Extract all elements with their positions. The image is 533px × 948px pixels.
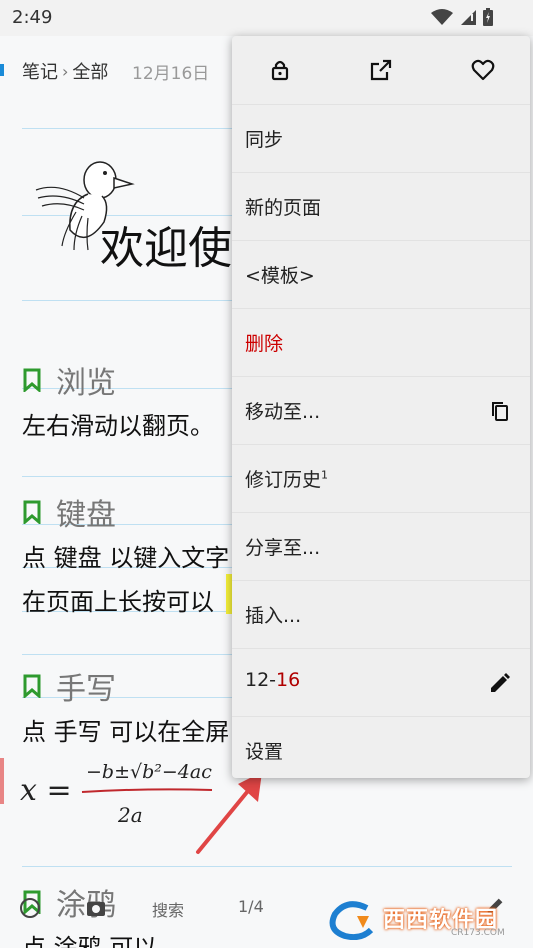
menu-item-label: 同步 [245,129,284,151]
annotation-arrow-icon [196,772,262,854]
bookmark-icon [23,368,41,392]
menu-item-date[interactable]: 12-16 [232,648,530,716]
menu-icon-row [232,36,530,104]
circle-button-icon[interactable] [18,896,42,920]
menu-item-share-to[interactable]: 分享至... [232,512,530,580]
cell-signal-icon [461,10,476,25]
status-icons [431,8,493,26]
bookmark-icon [23,674,41,698]
handwriting-marker [0,758,4,804]
section-header-browse: 浏览 [22,358,116,402]
formula-lhs: x = [20,773,72,808]
body-text: 左右滑动以翻页。 [22,412,214,440]
menu-item-sync[interactable]: 同步 [232,104,530,172]
heart-icon[interactable] [469,56,497,84]
menu-item-label: 修订历史 [245,469,322,491]
section-title: 浏览 [56,366,116,401]
welcome-heading: 欢迎使 [100,223,232,274]
breadcrumb: 笔记 › 全部 [22,58,108,84]
menu-item-label: 删除 [245,333,284,355]
menu-item-new-page[interactable]: 新的页面 [232,172,530,240]
page-indicator: 1/4 [238,897,264,916]
menu-item-label: 移动至... [245,401,321,423]
breadcrumb-folder[interactable]: 全部 [72,58,108,84]
date-prefix: 12- [245,669,277,691]
menu-item-label: 设置 [245,741,284,763]
search-button[interactable]: 搜索 [152,897,184,921]
section-header-handwriting: 手写 [22,664,116,708]
status-bar: 2:49 [0,0,533,36]
breadcrumb-marker [0,64,4,76]
wifi-icon [431,9,453,25]
date-suffix: 16 [276,669,301,691]
body-text: 点 涂鸦 可以 [22,934,158,948]
section-header-keyboard: 键盘 [22,490,116,534]
section-title: 手写 [56,672,116,707]
menu-item-delete[interactable]: 删除 [232,308,530,376]
watermark-emblem-icon [329,901,374,940]
menu-item-template[interactable]: <模板> [232,240,530,308]
menu-item-label: 新的页面 [245,197,322,219]
lock-icon[interactable] [266,56,294,84]
status-time: 2:49 [12,7,53,28]
formula-denominator: 2a [117,803,143,827]
rule-line [22,866,512,867]
menu-item-move-to[interactable]: 移动至... [232,376,530,444]
watermark-logo: 西西软件园 CR173.COM [327,898,527,942]
pencil-icon[interactable] [488,671,512,695]
menu-item-label-group: 修订历史1 [245,465,328,492]
section-title: 键盘 [56,498,116,533]
menu-item-label: <模板> [245,265,315,287]
overflow-menu: 同步 新的页面 <模板> 删除 移动至... 修订历史1 分享至... 插入..… [232,36,530,778]
page-date: 12月16日 [132,64,210,84]
chevron-right-icon: › [62,61,69,81]
bookmark-icon [23,500,41,524]
menu-item-label: 分享至... [245,537,321,559]
body-text: 在页面上长按可以 [22,588,214,616]
body-text: 点 手写 可以在全屏 [22,718,230,746]
copy-icon[interactable] [488,399,512,423]
watermark-url: CR173.COM [451,928,505,938]
menu-item-settings[interactable]: 设置 [232,716,530,778]
body-text: 点 键盘 以键入文字 [22,544,230,572]
battery-icon [483,8,493,26]
menu-item-revision-history[interactable]: 修订历史1 [232,444,530,512]
breadcrumb-root[interactable]: 笔记 [22,58,58,84]
menu-item-label: 插入... [245,605,302,627]
menu-item-label-group: 12-16 [245,669,300,691]
revision-count: 1 [321,468,329,482]
camera-icon[interactable] [84,896,108,920]
menu-item-insert[interactable]: 插入... [232,580,530,648]
open-external-icon[interactable] [367,56,395,84]
